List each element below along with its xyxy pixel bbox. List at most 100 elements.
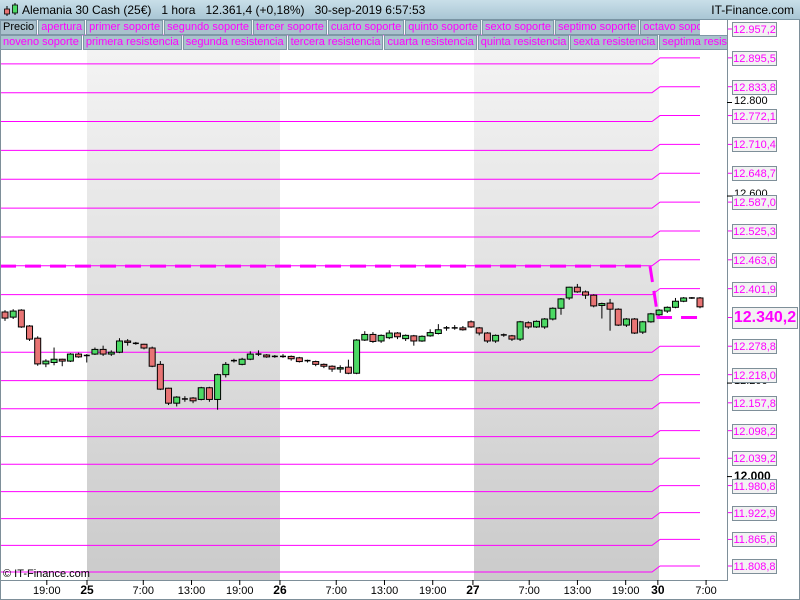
legend-item[interactable]: cuarta resistencia bbox=[384, 35, 477, 50]
candle-body bbox=[320, 363, 328, 367]
candle bbox=[295, 356, 303, 363]
candle bbox=[328, 365, 336, 372]
level-label: 12.833,8 bbox=[732, 79, 777, 95]
candle-body bbox=[246, 353, 254, 360]
candle-body bbox=[508, 335, 516, 340]
legend-item[interactable]: octavo soporte bbox=[640, 20, 700, 35]
candle bbox=[639, 320, 647, 334]
candle-body bbox=[557, 298, 565, 309]
candle-body bbox=[696, 297, 704, 308]
candlestick-logo-icon bbox=[4, 3, 18, 16]
candle-body bbox=[614, 308, 622, 326]
x-tick-label: 7:00 bbox=[695, 585, 717, 597]
legend-item[interactable]: primer soporte bbox=[86, 20, 164, 35]
x-tick-label: 30 bbox=[651, 583, 665, 597]
candle-body bbox=[140, 343, 148, 349]
candle bbox=[402, 334, 410, 341]
candle-body bbox=[639, 321, 647, 333]
candle-body bbox=[377, 334, 385, 342]
candle bbox=[696, 297, 704, 309]
day-band-25 bbox=[87, 0, 280, 580]
candle-body bbox=[222, 363, 230, 376]
candle bbox=[393, 332, 401, 340]
level-label: 12.463,6 bbox=[732, 252, 777, 268]
legend-item[interactable]: segunda resistencia bbox=[182, 35, 287, 50]
legend-item[interactable]: tercera resistencia bbox=[287, 35, 384, 50]
legend-item[interactable]: sexta resistencia bbox=[570, 35, 659, 50]
candle bbox=[148, 346, 156, 368]
candle bbox=[418, 335, 426, 342]
candle bbox=[532, 320, 540, 328]
legend-item[interactable]: apertura bbox=[38, 20, 86, 35]
candle-body bbox=[58, 358, 66, 362]
x-tick-label: 19:00 bbox=[611, 585, 640, 597]
current-price-label: 12.340,2 bbox=[732, 306, 798, 329]
level-label: 12.587,0 bbox=[732, 195, 777, 211]
price-chart[interactable] bbox=[0, 0, 800, 600]
level-label: 12.710,4 bbox=[732, 137, 777, 153]
candle bbox=[197, 386, 205, 401]
candle-body bbox=[524, 322, 532, 328]
legend-item[interactable]: quinto soporte bbox=[405, 20, 481, 35]
candle bbox=[156, 361, 164, 391]
legend-item[interactable]: noveno soporte bbox=[0, 35, 82, 50]
candle-body bbox=[295, 357, 303, 363]
x-tick-label: 19:00 bbox=[33, 585, 61, 597]
candle bbox=[385, 330, 393, 340]
candle-body bbox=[655, 309, 663, 316]
candle-body bbox=[663, 306, 671, 312]
timeframe: 1 hora bbox=[161, 3, 196, 17]
candle-body bbox=[434, 329, 442, 335]
x-tick-label: 19:00 bbox=[225, 585, 254, 597]
x-tick-label: 19:00 bbox=[418, 585, 447, 597]
candle bbox=[26, 325, 34, 341]
candle bbox=[9, 309, 17, 320]
copyright: © IT-Finance.com bbox=[3, 568, 90, 580]
candle bbox=[75, 352, 83, 358]
level-label: 12.772,1 bbox=[732, 108, 777, 124]
candle-body bbox=[17, 309, 25, 328]
x-tick-label: 25 bbox=[80, 583, 94, 597]
legend-item[interactable]: cuarto soporte bbox=[327, 20, 405, 35]
candle-body bbox=[34, 337, 42, 365]
x-tick-label: 26 bbox=[273, 583, 287, 597]
legend-item[interactable]: tercer soporte bbox=[253, 20, 327, 35]
legend-item[interactable]: septima resistencia bbox=[659, 35, 727, 50]
level-label: 12.157,8 bbox=[732, 395, 777, 411]
candle-body bbox=[115, 340, 123, 353]
last-price: 12.361,4 (+0,18%) bbox=[205, 3, 305, 17]
candle bbox=[353, 339, 361, 375]
candle-body bbox=[369, 333, 377, 342]
candle-body bbox=[156, 363, 164, 390]
legend-item[interactable]: septimo soporte bbox=[555, 20, 640, 35]
candle-body bbox=[165, 387, 173, 404]
legend-item[interactable]: Precio bbox=[0, 20, 38, 35]
legend-item[interactable]: sexto soporte bbox=[481, 20, 555, 35]
candle-body bbox=[516, 321, 524, 340]
candle-body bbox=[393, 332, 401, 338]
candle bbox=[312, 360, 320, 367]
candle-body bbox=[148, 347, 156, 367]
candle-body bbox=[42, 360, 50, 365]
candle bbox=[483, 332, 491, 343]
candle-body bbox=[410, 335, 418, 342]
x-tick-label: 7:00 bbox=[132, 585, 154, 597]
candle-body bbox=[328, 365, 336, 370]
candle-body bbox=[582, 291, 590, 296]
legend-item[interactable]: primera resistencia bbox=[82, 35, 182, 50]
level-label: 12.218,0 bbox=[732, 367, 777, 383]
candle bbox=[631, 318, 639, 334]
candle bbox=[66, 353, 74, 363]
candle bbox=[434, 324, 442, 335]
candle-body bbox=[66, 353, 74, 362]
candle-body bbox=[565, 286, 573, 299]
candle bbox=[280, 354, 286, 358]
candle bbox=[336, 365, 344, 373]
candle-body bbox=[475, 327, 483, 334]
candle-body bbox=[361, 333, 369, 341]
candle-body bbox=[459, 327, 467, 331]
candle-body bbox=[99, 348, 107, 355]
legend-item[interactable]: segundo soporte bbox=[164, 20, 253, 35]
legend-item[interactable]: quinta resistencia bbox=[477, 35, 570, 50]
candle-body bbox=[75, 353, 83, 358]
